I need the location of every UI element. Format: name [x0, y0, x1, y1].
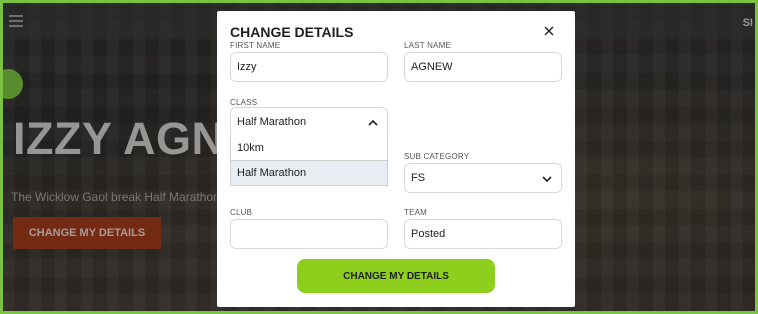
last-name-label: LAST NAME [404, 41, 451, 50]
chevron-up-icon [367, 117, 379, 129]
change-details-modal: CHANGE DETAILS FIRST NAME Izzy LAST NAME… [217, 11, 575, 307]
chevron-down-icon [541, 173, 553, 185]
class-label: CLASS [230, 98, 258, 107]
class-option-10km[interactable]: 10km [231, 135, 387, 160]
class-option-half-marathon[interactable]: Half Marathon [231, 160, 387, 185]
first-name-field[interactable]: Izzy [230, 52, 388, 82]
team-label: TEAM [404, 208, 428, 217]
close-icon[interactable] [542, 24, 556, 38]
change-my-details-button[interactable]: CHANGE MY DETAILS [297, 259, 495, 293]
club-label: CLUB [230, 208, 253, 217]
class-select-value: Half Marathon [237, 116, 307, 128]
first-name-label: FIRST NAME [230, 41, 281, 50]
sub-category-label: SUB CATEGORY [404, 152, 470, 161]
sub-category-value: FS [411, 172, 426, 184]
class-select[interactable]: Half Marathon [230, 107, 388, 137]
last-name-field[interactable]: AGNEW [404, 52, 562, 82]
club-field[interactable] [230, 219, 388, 249]
team-field[interactable]: Posted [404, 219, 562, 249]
modal-title: CHANGE DETAILS [230, 24, 354, 40]
sub-category-select[interactable]: FS [404, 163, 562, 193]
class-dropdown-list: 10km Half Marathon [230, 135, 388, 186]
